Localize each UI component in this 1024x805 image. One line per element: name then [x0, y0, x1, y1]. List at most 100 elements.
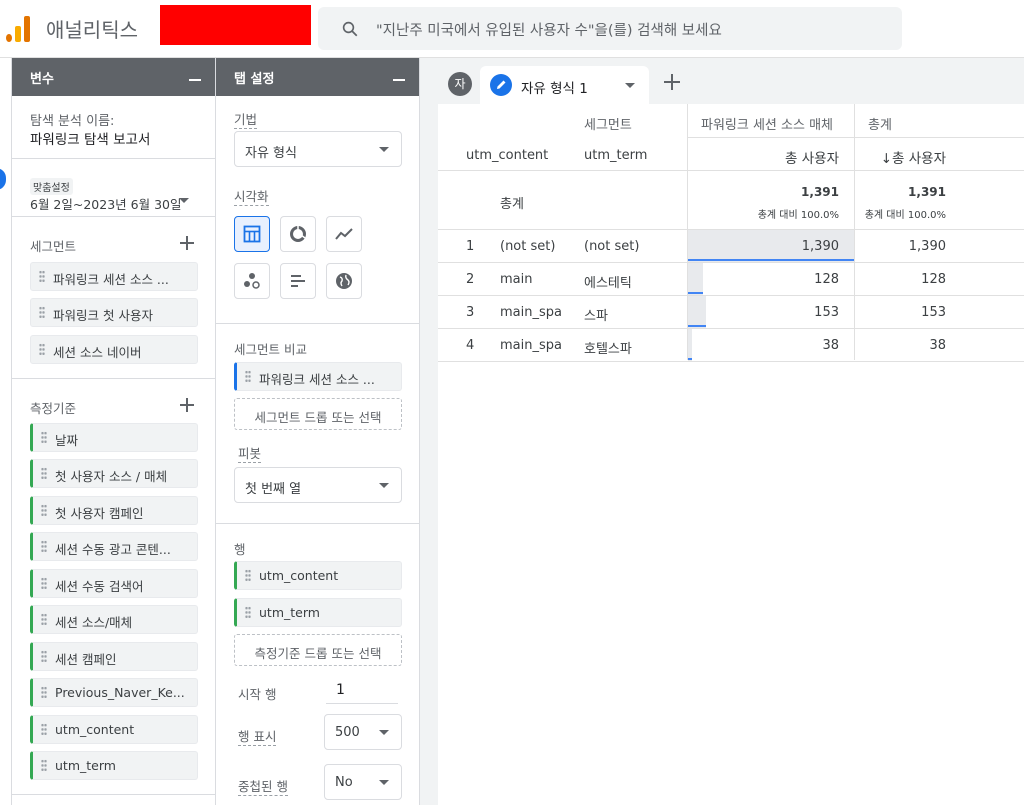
tab-label: 자유 형식 1	[521, 81, 588, 97]
exploration-canvas-area: 자 자유 형식 1 세그먼트 파워링크 세션 소스 매체 총계 utm_cont…	[420, 58, 1024, 805]
segment-compare-chip-label: 파워링크 세션 소스 ...	[259, 372, 375, 387]
drag-handle-icon[interactable]	[41, 577, 47, 590]
totals-percent: 총계 대비 100.0%	[757, 210, 839, 221]
segment-chip[interactable]: 세션 소스 네이버	[30, 335, 198, 364]
dimension-chip[interactable]: 세션 수동 검색어	[30, 569, 198, 598]
dimension-chip-label: utm_term	[55, 758, 116, 773]
dimension-dropzone[interactable]: 측정기준 드롭 또는 선택	[234, 634, 402, 666]
row-segment-value[interactable]: 153	[687, 305, 839, 320]
drag-handle-icon[interactable]	[41, 431, 47, 444]
dimension-chip[interactable]: 날짜	[30, 423, 198, 452]
segment-chip-label: 파워링크 세션 소스 ...	[53, 272, 169, 287]
line-visualization-button[interactable]	[326, 216, 362, 252]
visualization-label: 시각화	[234, 189, 269, 206]
table-icon	[243, 225, 261, 243]
dimension-chip[interactable]: 첫 사용자 캠페인	[30, 496, 198, 525]
row-utm-content[interactable]: main	[500, 272, 532, 287]
minimize-icon[interactable]	[393, 67, 405, 83]
drag-handle-icon[interactable]	[245, 370, 251, 383]
user-avatar[interactable]: 자	[448, 72, 472, 96]
donut-visualization-button[interactable]	[280, 216, 316, 252]
drag-handle-icon[interactable]	[41, 540, 47, 553]
row-utm-term[interactable]: (not set)	[584, 239, 639, 254]
row-utm-term[interactable]: 스파	[584, 305, 608, 324]
row-segment-value[interactable]: 128	[687, 272, 839, 287]
divider	[438, 262, 1024, 263]
exploration-name-label: 탐색 분석 이름:	[30, 114, 115, 129]
divider	[438, 328, 1024, 329]
row-segment-value[interactable]: 38	[687, 338, 839, 353]
drag-handle-icon[interactable]	[41, 504, 47, 517]
search-bar[interactable]: "지난주 미국에서 유입된 사용자 수"을(를) 검색해 보세요	[318, 7, 902, 50]
add-segment-icon[interactable]	[180, 236, 194, 250]
add-dimension-icon[interactable]	[180, 398, 194, 412]
dimension-chip[interactable]: utm_content	[30, 715, 198, 744]
metric-header-sorted[interactable]: ↓총 사용자	[856, 147, 946, 167]
drag-handle-icon[interactable]	[39, 306, 45, 319]
drag-handle-icon[interactable]	[41, 723, 47, 736]
dimension-chip[interactable]: 세션 소스/매체	[30, 605, 198, 634]
add-tab-icon[interactable]	[664, 74, 680, 90]
rows-label: 행	[234, 542, 246, 557]
top-bar: 애널리틱스 "지난주 미국에서 유입된 사용자 수"을(를) 검색해 보세요	[0, 0, 1024, 58]
dimension-chip[interactable]: 세션 캠페인	[30, 642, 198, 671]
row-utm-content[interactable]: main_spa	[500, 338, 562, 353]
dimension-chip[interactable]: utm_term	[30, 751, 198, 780]
drag-handle-icon[interactable]	[39, 270, 45, 283]
row-segment-value[interactable]: 1,390	[687, 239, 839, 254]
tab-free-form-1[interactable]: 자유 형식 1	[480, 66, 649, 104]
totals-percent: 총계 대비 100.0%	[864, 210, 946, 221]
row-utm-term[interactable]: 에스테틱	[584, 272, 632, 291]
row-total-value[interactable]: 153	[856, 305, 946, 320]
dimension-chip[interactable]: Previous_Naver_Ke...	[30, 678, 198, 707]
geo-visualization-button[interactable]	[326, 263, 362, 299]
pivot-select[interactable]: 첫 번째 열	[234, 467, 402, 503]
divider	[687, 137, 1024, 138]
row-value-bar-line	[688, 325, 706, 327]
technique-select[interactable]: 자유 형식	[234, 131, 402, 167]
show-rows-select[interactable]: 500	[324, 714, 402, 750]
dimension-header-utm-content[interactable]: utm_content	[466, 148, 548, 163]
drag-handle-icon[interactable]	[245, 569, 251, 582]
dimension-header-utm-term[interactable]: utm_term	[584, 148, 647, 163]
drag-handle-icon[interactable]	[41, 650, 47, 663]
table-visualization-button[interactable]	[234, 216, 270, 252]
start-row-input[interactable]: 1	[326, 676, 398, 704]
minimize-icon[interactable]	[189, 67, 201, 83]
exploration-name[interactable]: 파워링크 탐색 보고서	[30, 128, 150, 148]
row-utm-content[interactable]: main_spa	[500, 305, 562, 320]
bar-visualization-button[interactable]	[280, 263, 316, 299]
scatter-visualization-button[interactable]	[234, 263, 270, 299]
metric-header[interactable]: 총 사용자	[687, 147, 839, 167]
nested-rows-value: No	[335, 775, 353, 790]
analytics-logo[interactable]	[6, 16, 30, 42]
chevron-down-icon[interactable]	[179, 198, 189, 203]
dimension-chip-label: 첫 사용자 캠페인	[55, 506, 144, 521]
drag-handle-icon[interactable]	[41, 686, 47, 699]
row-dimension-chip[interactable]: utm_term	[234, 598, 402, 627]
date-range[interactable]: 6월 2일~2023년 6월 30일	[30, 194, 181, 213]
row-dimension-chip[interactable]: utm_content	[234, 561, 402, 590]
row-utm-content[interactable]: (not set)	[500, 239, 555, 254]
row-utm-term[interactable]: 호텔스파	[584, 338, 632, 357]
row-total-value[interactable]: 128	[856, 272, 946, 287]
help-tab[interactable]	[0, 168, 6, 190]
tab-settings-title: 탭 설정	[234, 72, 275, 87]
drag-handle-icon[interactable]	[41, 467, 47, 480]
nested-rows-select[interactable]: No	[324, 764, 402, 800]
segment-chip[interactable]: 파워링크 세션 소스 ...	[30, 262, 198, 291]
row-total-value[interactable]: 38	[856, 338, 946, 353]
segment-chip[interactable]: 파워링크 첫 사용자	[30, 298, 198, 327]
row-total-value[interactable]: 1,390	[856, 239, 946, 254]
drag-handle-icon[interactable]	[41, 613, 47, 626]
drag-handle-icon[interactable]	[39, 343, 45, 356]
dimension-chip[interactable]: 세션 수동 광고 콘텐...	[30, 532, 198, 561]
drag-handle-icon[interactable]	[41, 759, 47, 772]
segment-compare-chip[interactable]: 파워링크 세션 소스 ...	[234, 362, 402, 391]
drag-handle-icon[interactable]	[245, 606, 251, 619]
dimension-chip[interactable]: 첫 사용자 소스 / 매체	[30, 459, 198, 488]
segment-dropzone[interactable]: 세그먼트 드롭 또는 선택	[234, 398, 402, 430]
pencil-icon[interactable]	[490, 74, 512, 96]
chevron-down-icon[interactable]	[625, 83, 635, 88]
dimension-chip-label: utm_content	[55, 722, 135, 737]
